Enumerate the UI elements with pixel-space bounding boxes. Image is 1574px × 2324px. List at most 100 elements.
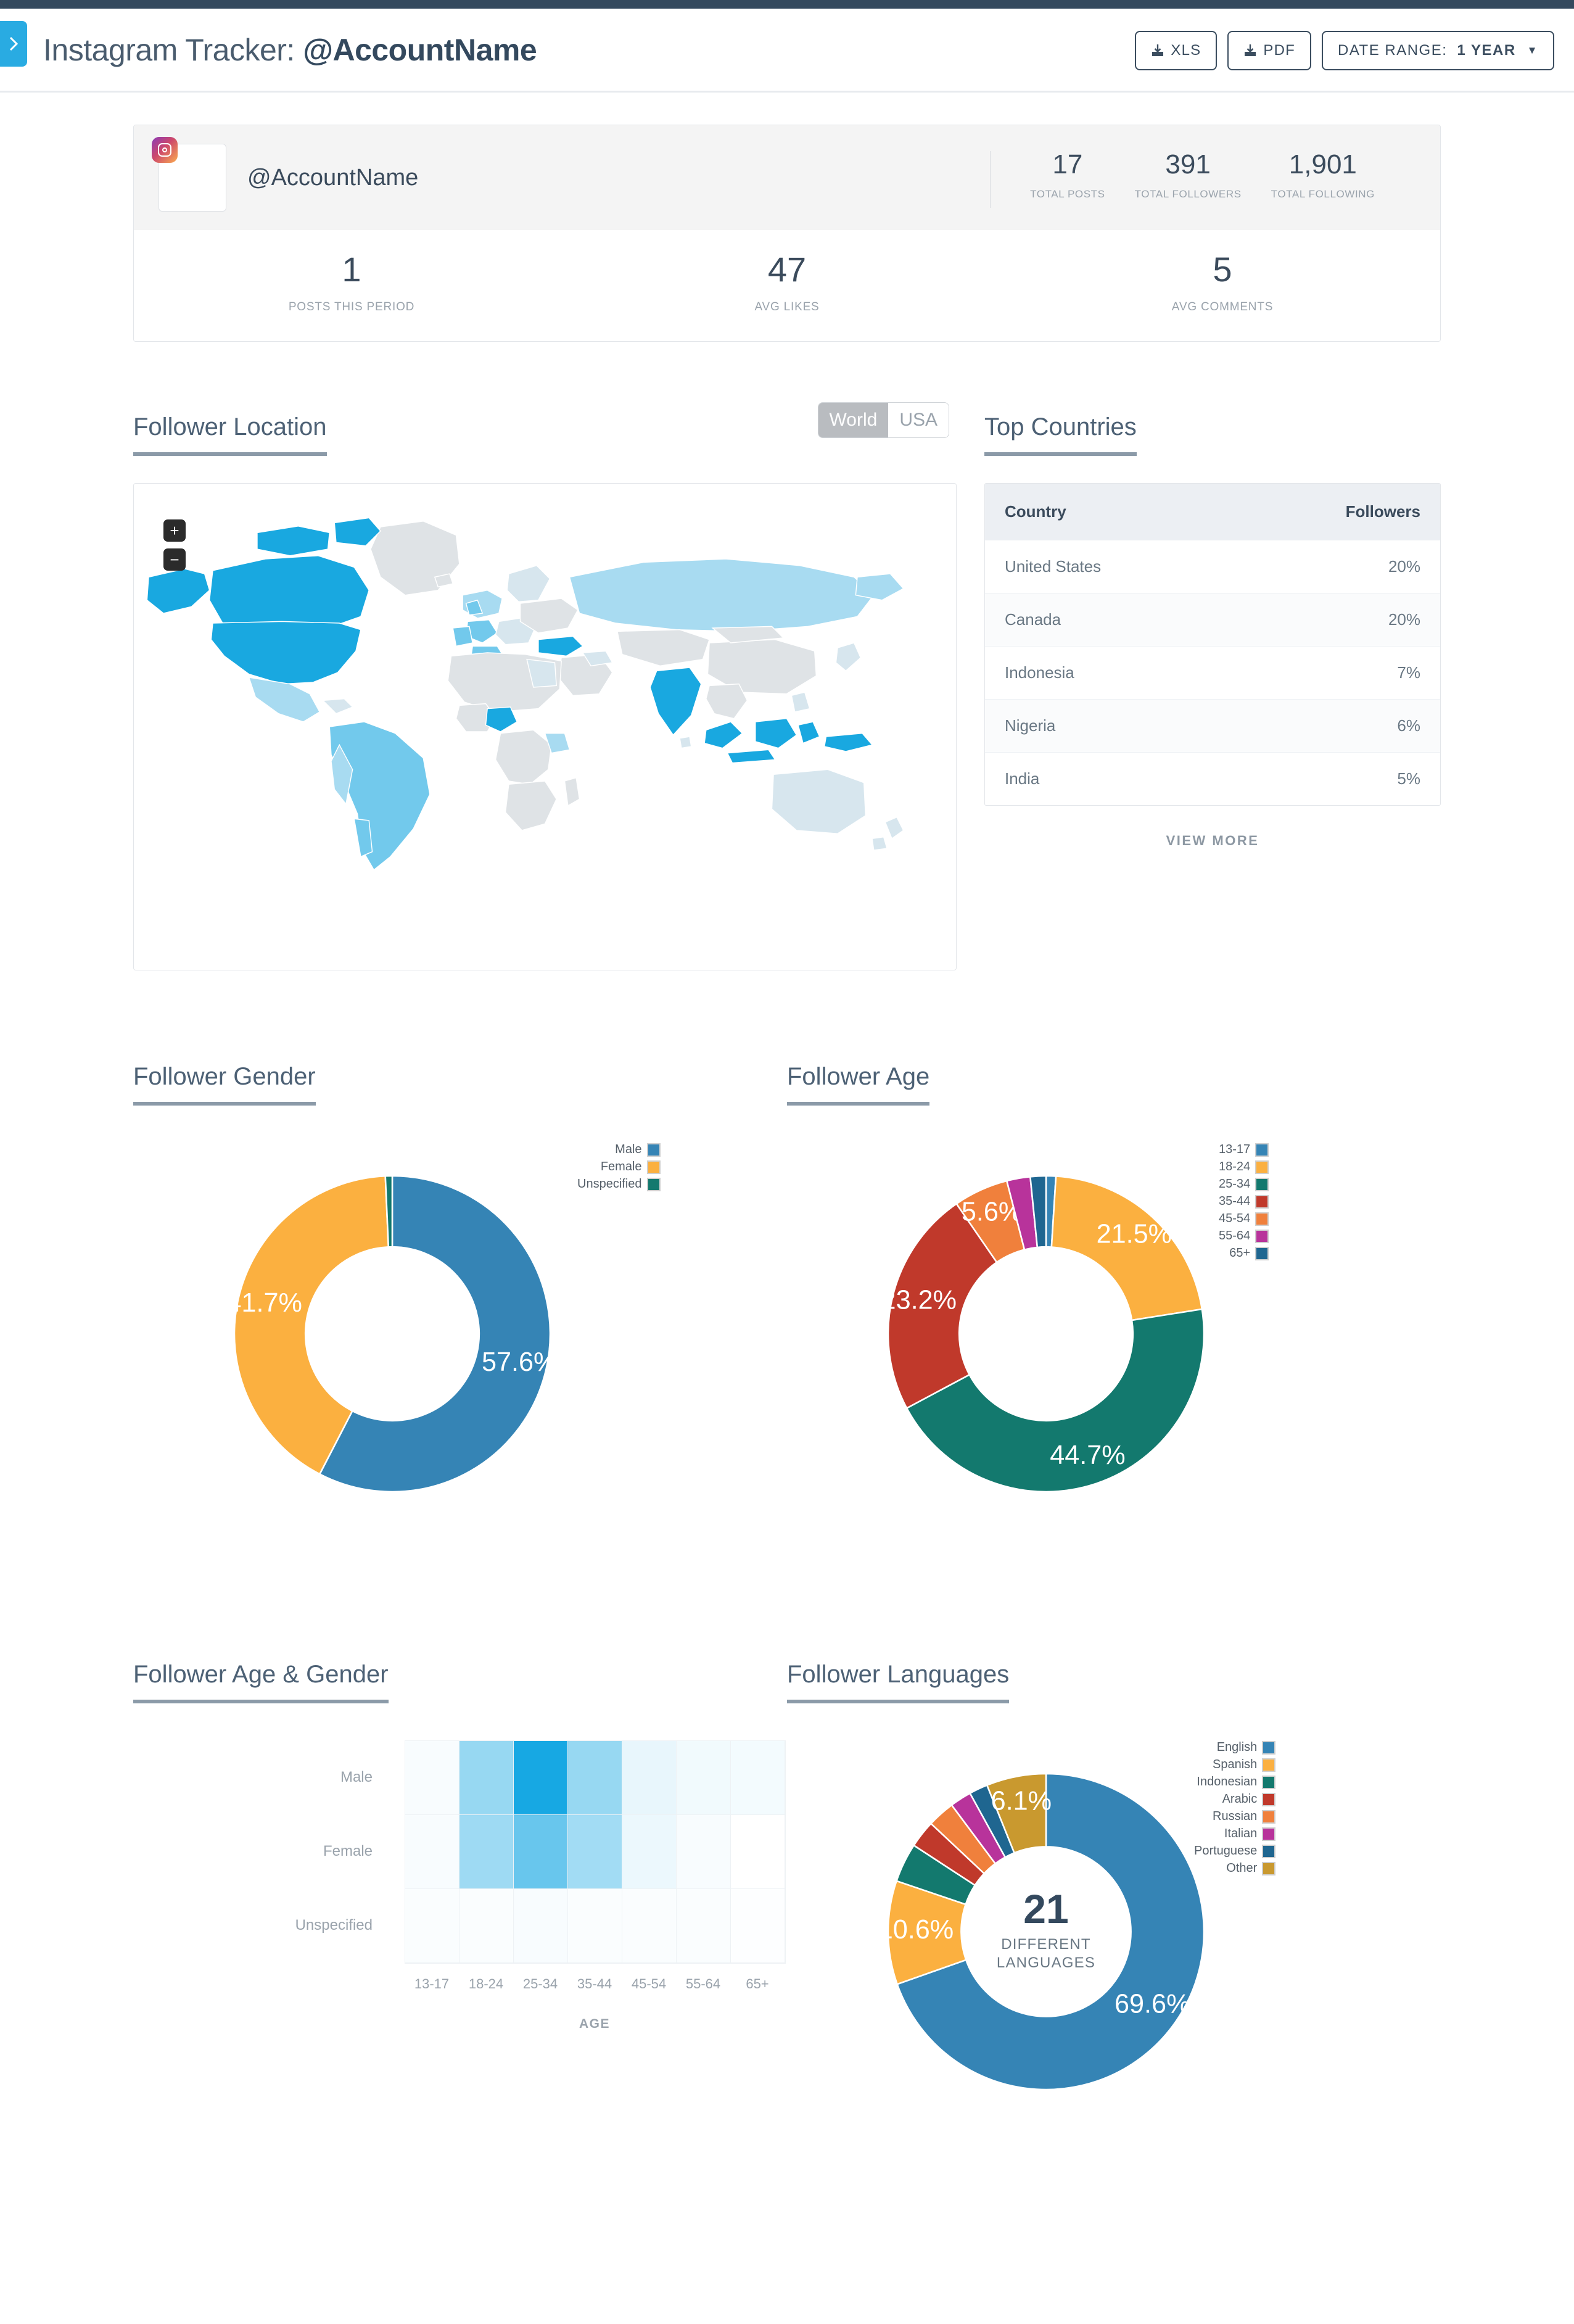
legend-item[interactable]: Other (1226, 1861, 1276, 1875)
cell-followers: 6% (1232, 699, 1440, 753)
period-metrics-group: 1 POSTS THIS PERIOD 47 AVG LIKES 5 AVG C… (134, 230, 1440, 341)
cell-country: Canada (985, 593, 1232, 647)
legend-item[interactable]: 65+ (1229, 1246, 1269, 1260)
legend-item[interactable]: Portuguese (1194, 1844, 1276, 1858)
date-range-selector[interactable]: DATE RANGE: 1 YEAR ▼ (1321, 31, 1554, 70)
heatmap-x-labels: 13-17 18-24 25-34 35-44 45-54 55-64 65+ (405, 1976, 785, 1992)
age-gender-heatmap[interactable]: Male Female Unspecified 13-17 18-24 25-34 35-… (133, 1740, 787, 2086)
legend-label: English (1216, 1740, 1258, 1754)
legend-item[interactable]: 35-44 (1219, 1194, 1269, 1209)
heatmap-cell[interactable] (677, 1741, 731, 1815)
legend-swatch (1262, 1827, 1276, 1841)
world-map[interactable] (134, 496, 956, 928)
metric-label: TOTAL FOLLOWING (1271, 188, 1375, 200)
heatmap-cell[interactable] (459, 1815, 514, 1889)
legend-item[interactable]: Italian (1224, 1827, 1276, 1841)
legend-swatch (1255, 1143, 1269, 1157)
avatar (152, 137, 226, 212)
legend-swatch (1255, 1229, 1269, 1243)
legend-label: 45-54 (1219, 1212, 1251, 1225)
heatmap-x-label: 18-24 (468, 1976, 504, 1991)
account-summary-header: @AccountName 17 TOTAL POSTS 391 TOTAL FO… (134, 125, 1440, 230)
heatmap-cell[interactable] (622, 1741, 677, 1815)
legend-item[interactable]: Male (615, 1143, 661, 1157)
heatmap-cell[interactable] (622, 1889, 677, 1963)
legend-swatch (646, 1143, 661, 1157)
heatmap-cell[interactable] (568, 1815, 622, 1889)
follower-languages-donut-chart[interactable]: 69.6% 10.6% 6.1% (849, 1734, 1243, 2129)
pie-slice-label: 41.7% (227, 1288, 302, 1318)
world-map-card: + − (133, 483, 957, 970)
legend-label: Indonesian (1197, 1775, 1258, 1788)
pie-slice-label: 57.6% (482, 1347, 557, 1377)
table-row[interactable]: Indonesia 7% (985, 646, 1440, 700)
top-metrics-group: 17 TOTAL POSTS 391 TOTAL FOLLOWERS 1,901… (990, 151, 1390, 208)
legend-label: Russian (1213, 1809, 1258, 1823)
map-zoom-out-button[interactable]: − (163, 548, 186, 571)
heatmap-cell[interactable] (405, 1741, 459, 1815)
legend-label: Female (600, 1160, 642, 1173)
heatmap-x-label: 13-17 (414, 1976, 450, 1991)
legend-item[interactable]: 13-17 (1219, 1143, 1269, 1157)
legend-item[interactable]: Arabic (1222, 1792, 1276, 1806)
map-scope-toggle[interactable]: World USA (817, 402, 949, 438)
cell-country: United States (985, 540, 1232, 593)
legend-label: Arabic (1222, 1792, 1258, 1806)
view-more-countries-link[interactable]: VIEW MORE (984, 833, 1441, 849)
heatmap-cell[interactable] (731, 1815, 785, 1889)
download-icon (1243, 44, 1257, 57)
heatmap-cell[interactable] (459, 1889, 514, 1963)
export-xls-button[interactable]: XLS (1135, 31, 1218, 70)
heatmap-cell[interactable] (405, 1815, 459, 1889)
heatmap-cell[interactable] (405, 1889, 459, 1963)
legend-item[interactable]: 45-54 (1219, 1212, 1269, 1226)
heatmap-cell[interactable] (514, 1889, 568, 1963)
heatmap-cell[interactable] (677, 1815, 731, 1889)
heatmap-cell[interactable] (731, 1889, 785, 1963)
legend-item[interactable]: 25-34 (1219, 1177, 1269, 1191)
page-title-prefix: Instagram Tracker: (43, 32, 303, 67)
legend-swatch (646, 1160, 661, 1174)
legend-item[interactable]: Female (601, 1160, 661, 1174)
export-pdf-button[interactable]: PDF (1227, 31, 1311, 70)
legend-swatch (1255, 1194, 1269, 1209)
heatmap-cell[interactable] (731, 1741, 785, 1815)
cell-followers: 20% (1232, 540, 1440, 593)
map-scope-world[interactable]: World (818, 403, 889, 437)
heatmap-x-label: 55-64 (685, 1976, 721, 1991)
sidebar-toggle-button[interactable] (0, 21, 27, 67)
heatmap-cell[interactable] (514, 1815, 568, 1889)
legend-item[interactable]: Russian (1213, 1809, 1276, 1824)
table-row[interactable]: India 5% (985, 752, 1440, 805)
legend-item[interactable]: English (1217, 1740, 1276, 1755)
table-header-row: Country Followers (985, 484, 1440, 540)
follower-age-donut-chart[interactable]: 21.5%44.7%23.2%5.6% (849, 1136, 1243, 1531)
heatmap-cell[interactable] (568, 1741, 622, 1815)
heatmap-cell[interactable] (459, 1741, 514, 1815)
table-row[interactable]: Nigeria 6% (985, 699, 1440, 753)
legend-item[interactable]: 55-64 (1219, 1229, 1269, 1243)
table-row[interactable]: Canada 20% (985, 593, 1440, 647)
table-row[interactable]: United States 20% (985, 540, 1440, 593)
legend-swatch (1262, 1809, 1276, 1824)
follower-gender-donut-chart[interactable]: 57.6% 41.7% (195, 1136, 590, 1531)
top-countries-title: Top Countries (984, 413, 1137, 456)
heatmap-cell[interactable] (622, 1815, 677, 1889)
legend-item[interactable]: 18-24 (1219, 1160, 1269, 1174)
metric-label: AVG LIKES (754, 300, 820, 313)
date-range-label: DATE RANGE: (1337, 42, 1448, 59)
heatmap-cell[interactable] (568, 1889, 622, 1963)
heatmap-cell[interactable] (514, 1741, 568, 1815)
legend-item[interactable]: Indonesian (1197, 1775, 1276, 1789)
legend-swatch (1262, 1861, 1276, 1875)
legend-item[interactable]: Unspecified (577, 1177, 661, 1191)
legend-label: 35-44 (1219, 1194, 1251, 1208)
metric-label: TOTAL FOLLOWERS (1134, 188, 1242, 200)
metric-value: 391 (1165, 149, 1211, 180)
legend-item[interactable]: Spanish (1213, 1758, 1276, 1772)
map-scope-usa[interactable]: USA (888, 403, 949, 437)
account-summary-card: @AccountName 17 TOTAL POSTS 391 TOTAL FO… (133, 125, 1441, 342)
follower-gender-chart-area: 57.6% 41.7% Male Female Unspecified (133, 1136, 787, 1568)
heatmap-cell[interactable] (677, 1889, 731, 1963)
map-zoom-in-button[interactable]: + (163, 519, 186, 542)
